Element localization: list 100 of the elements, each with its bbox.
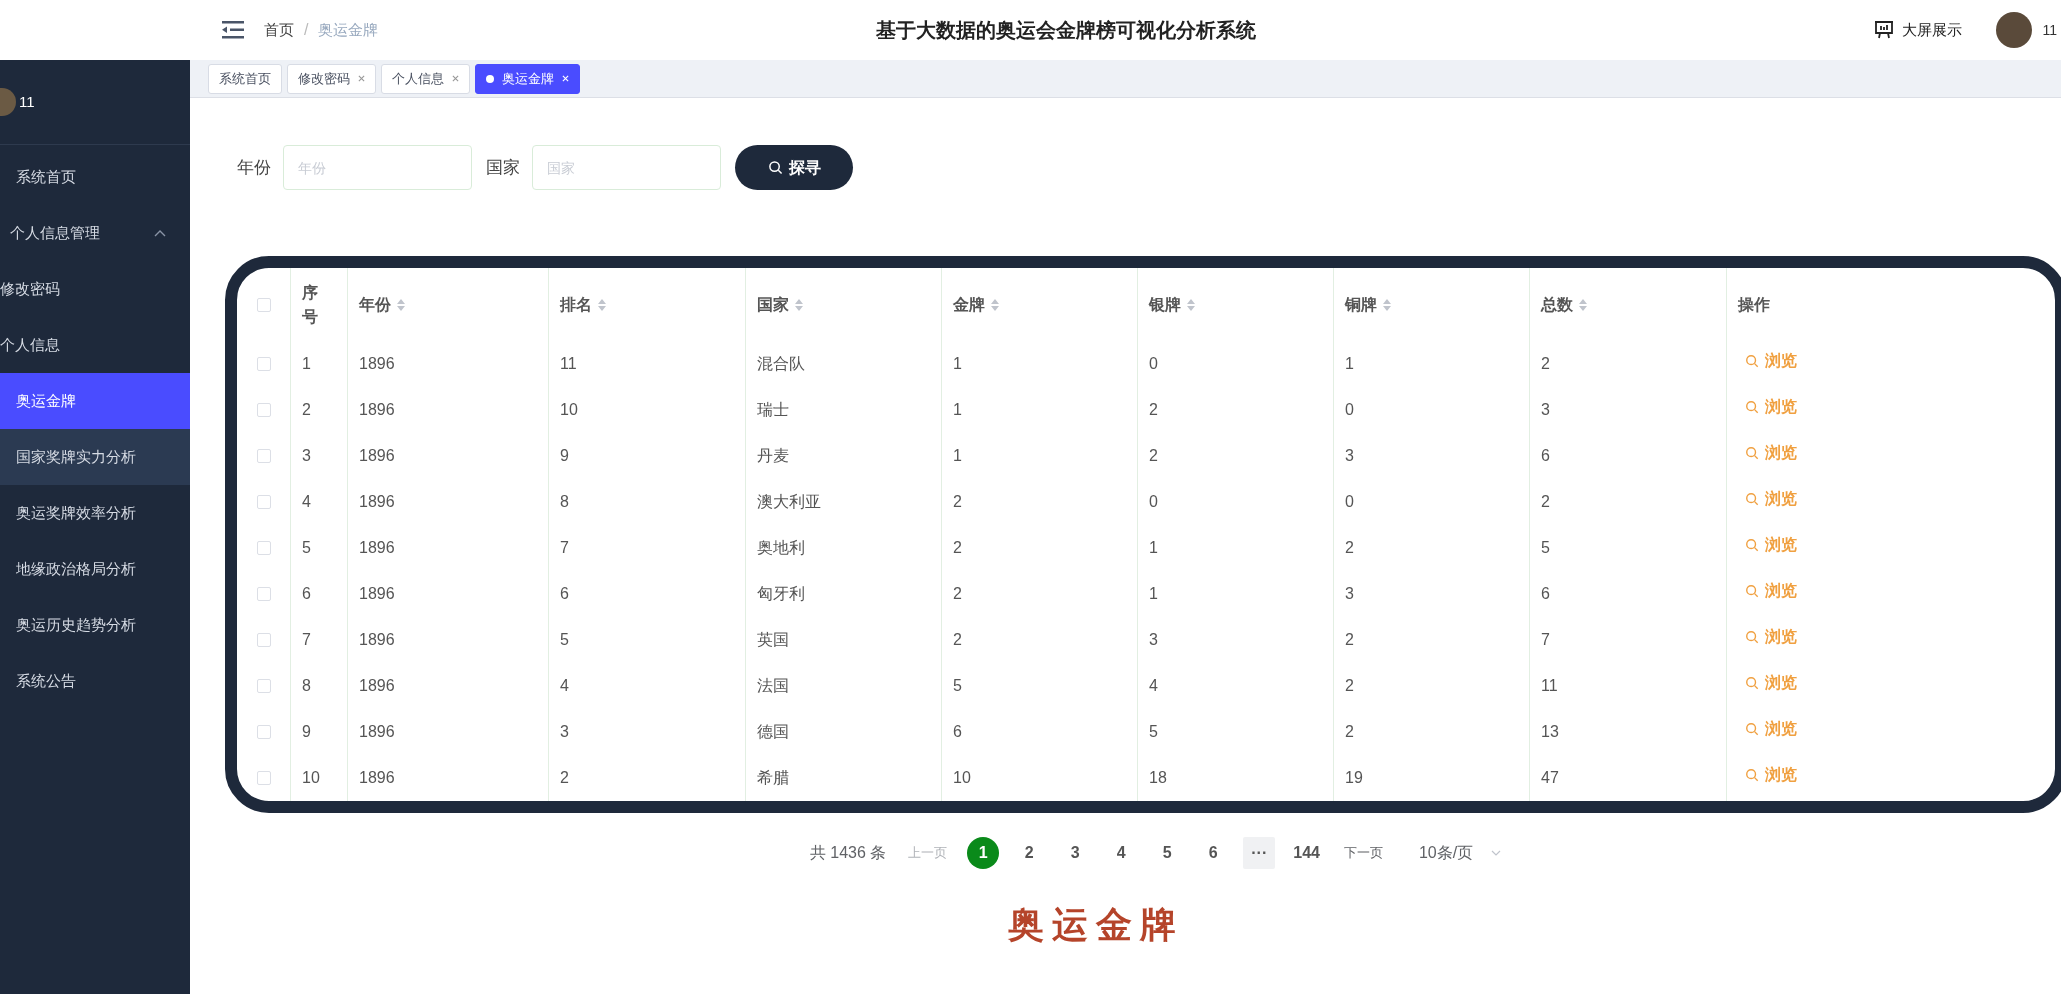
sidebar-item[interactable]: 个人信息: [0, 317, 190, 373]
tab[interactable]: 个人信息: [381, 63, 470, 94]
sort-icon[interactable]: [1187, 298, 1195, 311]
user-name: 11: [2042, 20, 2057, 40]
column-header[interactable]: 排名: [548, 268, 745, 341]
table-cell-text: 3: [1345, 446, 1354, 466]
avatar[interactable]: [1996, 12, 2033, 48]
table-cell-text: 匈牙利: [757, 584, 805, 604]
table-cell-text: 5: [302, 538, 311, 558]
table-cell-text: 英国: [757, 630, 789, 650]
checkbox[interactable]: [256, 403, 271, 417]
table-cell-text: 7: [1541, 630, 1550, 650]
search-button[interactable]: 探寻: [735, 145, 853, 190]
checkbox[interactable]: [256, 771, 271, 785]
checkbox[interactable]: [256, 633, 271, 647]
sidebar-item[interactable]: 国家奖牌实力分析: [0, 429, 190, 485]
page-button[interactable]: 144: [1289, 837, 1324, 869]
menu-icon[interactable]: [222, 21, 244, 39]
sort-icon[interactable]: [1579, 298, 1587, 311]
avatar: [0, 88, 16, 116]
table-cell-text: 3: [1541, 400, 1550, 420]
search-icon: [1745, 722, 1759, 736]
column-header[interactable]: 年份: [347, 268, 548, 341]
breadcrumb-link[interactable]: 首页: [264, 18, 294, 42]
search-icon: [1745, 538, 1759, 552]
sort-icon[interactable]: [397, 298, 405, 311]
field-label: 年份: [237, 156, 271, 179]
page-button[interactable]: 2: [1013, 837, 1046, 869]
table-cell-text: 1896: [359, 446, 395, 466]
checkbox[interactable]: [256, 449, 271, 463]
sidebar-item[interactable]: 修改密码: [0, 261, 190, 317]
table-cell-text: 2: [1345, 722, 1354, 742]
checkbox[interactable]: [256, 495, 271, 509]
table-cell-text: 2: [1541, 492, 1550, 512]
next-button[interactable]: 下一页: [1343, 843, 1383, 863]
table-cell-text: 0: [1345, 400, 1354, 420]
table-cell-text: 2: [953, 584, 962, 604]
sidebar-item[interactable]: 奥运金牌: [0, 373, 190, 429]
sort-icon[interactable]: [991, 298, 999, 311]
sidebar-item[interactable]: 奥运历史趋势分析: [0, 597, 190, 653]
table-cell-text: 2: [1149, 446, 1158, 466]
page-button[interactable]: 3: [1059, 837, 1092, 869]
table-cell-text: 18: [1149, 768, 1167, 788]
checkbox[interactable]: [256, 357, 271, 371]
more-button[interactable]: ···: [1243, 837, 1276, 869]
checkbox[interactable]: [256, 297, 271, 312]
user-name: 11: [19, 91, 35, 112]
column-header: 序号: [290, 268, 347, 341]
checkbox[interactable]: [256, 679, 271, 693]
search-icon: [1745, 676, 1759, 690]
close-icon[interactable]: [358, 75, 365, 82]
presentation-icon: [1874, 21, 1895, 39]
search-icon: [1745, 630, 1759, 644]
tab[interactable]: 奥运金牌: [475, 63, 580, 94]
page-size-select[interactable]: 10条/页: [1418, 841, 1502, 865]
table-cell-text: 47: [1541, 768, 1559, 788]
table-cell-text: 2: [1345, 538, 1354, 558]
table-cell-text: 1896: [359, 630, 395, 650]
page-button[interactable]: 6: [1197, 837, 1230, 869]
table-cell-text: 3: [560, 722, 569, 742]
sidebar-item[interactable]: 地缘政治格局分析: [0, 541, 190, 597]
footer-title: 奥运金牌: [1007, 902, 1184, 947]
column-header[interactable]: 金牌: [941, 268, 1137, 341]
checkbox[interactable]: [256, 541, 271, 555]
sidebar-item[interactable]: 系统公告: [0, 653, 190, 709]
table-cell-text: 1: [1345, 354, 1354, 374]
table-cell-text: 5: [1149, 722, 1158, 742]
sidebar-item[interactable]: 系统首页: [0, 149, 190, 205]
checkbox[interactable]: [256, 725, 271, 739]
sidebar-item[interactable]: 个人信息管理: [0, 205, 190, 261]
table-cell-text: 0: [1345, 492, 1354, 512]
table-cell-text: 奥地利: [757, 538, 805, 558]
close-icon[interactable]: [452, 75, 459, 82]
table-cell-text: 10: [302, 768, 320, 788]
table-cell-text: 4: [560, 676, 569, 696]
table-cell-text: 13: [1541, 722, 1559, 742]
column-header[interactable]: 铜牌: [1333, 268, 1529, 341]
column-header[interactable]: 总数: [1529, 268, 1726, 341]
page-button[interactable]: 1: [967, 837, 1000, 869]
table-cell-text: 2: [560, 768, 569, 788]
tab[interactable]: 修改密码: [287, 63, 376, 94]
table-cell-text: 9: [302, 722, 311, 742]
page-button[interactable]: 5: [1151, 837, 1184, 869]
table-cell-text: 8: [302, 676, 311, 696]
sidebar-item[interactable]: 奥运奖牌效率分析: [0, 485, 190, 541]
page-button[interactable]: 4: [1105, 837, 1138, 869]
column-header[interactable]: 银牌: [1137, 268, 1333, 341]
table-cell-text: 6: [1541, 584, 1550, 604]
checkbox[interactable]: [256, 587, 271, 601]
sort-icon[interactable]: [795, 298, 803, 311]
table-cell-text: 1: [953, 446, 962, 466]
column-header[interactable]: 国家: [745, 268, 941, 341]
sort-icon[interactable]: [1383, 298, 1391, 311]
table-cell-text: 10: [953, 768, 971, 788]
search-icon: [767, 160, 783, 175]
screen-button[interactable]: 大屏展示: [1874, 18, 1963, 42]
tab[interactable]: 系统首页: [208, 63, 282, 94]
table-cell-text: 德国: [757, 722, 789, 742]
sort-icon[interactable]: [598, 298, 606, 311]
search-icon: [1745, 354, 1759, 368]
